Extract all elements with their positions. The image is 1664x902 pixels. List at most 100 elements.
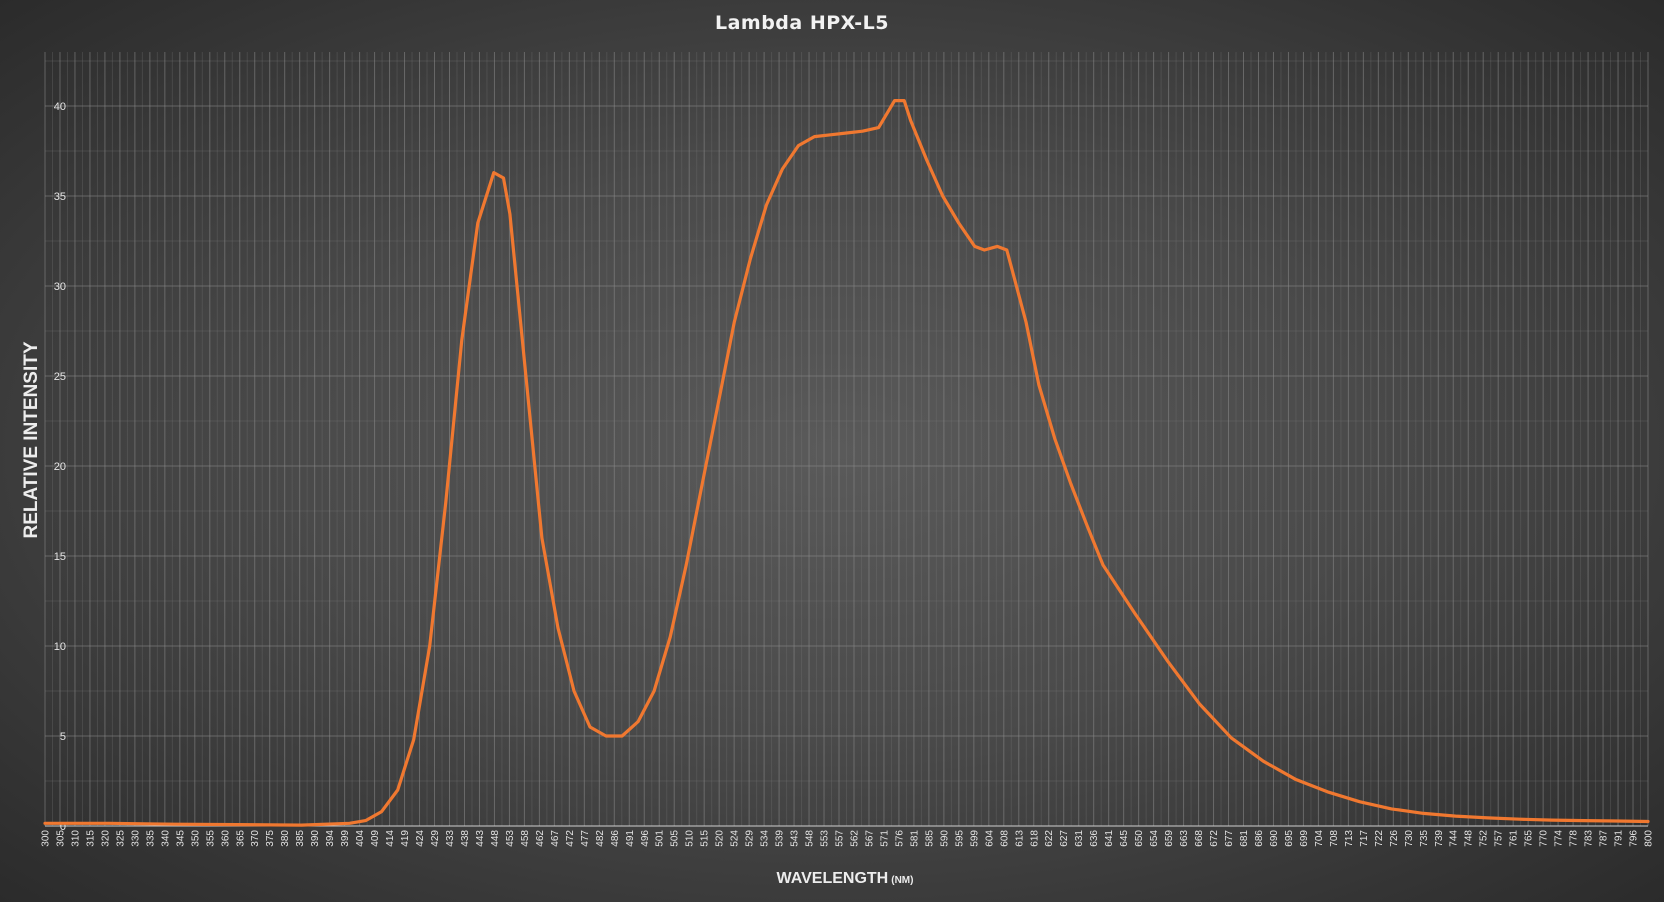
- x-tick-label: 618: [1029, 830, 1040, 847]
- x-tick-label: 453: [505, 830, 516, 847]
- x-tick-label: 320: [100, 830, 111, 847]
- x-tick-label: 548: [805, 830, 816, 847]
- x-tick-label: 613: [1014, 830, 1025, 847]
- x-tick-label: 783: [1584, 830, 1595, 847]
- x-tick-label: 501: [655, 830, 666, 847]
- x-tick-label: 631: [1074, 830, 1085, 847]
- x-tick-label: 438: [460, 830, 471, 847]
- x-tick-label: 636: [1089, 830, 1100, 847]
- x-tick-label: 627: [1059, 830, 1070, 847]
- x-tick-label: 315: [85, 830, 96, 847]
- x-tick-label: 726: [1389, 830, 1400, 847]
- x-tick-label: 365: [235, 830, 246, 847]
- x-tick-label: 645: [1119, 830, 1130, 847]
- x-tick-label: 562: [849, 830, 860, 847]
- x-tick-label: 695: [1284, 830, 1295, 847]
- x-tick-label: 472: [565, 830, 576, 847]
- x-tick-label: 681: [1239, 830, 1250, 847]
- x-tick-label: 713: [1344, 830, 1355, 847]
- x-tick-label: 330: [130, 830, 141, 847]
- x-tick-label: 355: [205, 830, 216, 847]
- x-tick-label: 543: [790, 830, 801, 847]
- x-tick-label: 787: [1599, 830, 1610, 847]
- x-tick-label: 394: [325, 830, 336, 847]
- x-tick-label: 467: [550, 830, 561, 847]
- x-tick-label: 800: [1644, 830, 1655, 847]
- x-axis-label-text: WAVELENGTH: [777, 870, 889, 887]
- x-tick-label: 557: [835, 830, 846, 847]
- x-tick-label: 571: [879, 830, 890, 847]
- x-tick-label: 686: [1254, 830, 1265, 847]
- y-tick-label: 5: [60, 731, 66, 743]
- x-tick-label: 534: [760, 830, 771, 847]
- x-tick-label: 345: [175, 830, 186, 847]
- y-tick-label: 30: [54, 281, 66, 293]
- x-tick-label: 443: [475, 830, 486, 847]
- x-tick-label: 399: [340, 830, 351, 847]
- x-tick-label: 529: [745, 830, 756, 847]
- x-tick-label: 722: [1374, 830, 1385, 847]
- x-tick-label: 360: [220, 830, 231, 847]
- y-tick-label: 40: [54, 101, 66, 113]
- x-tick-label: 765: [1524, 830, 1535, 847]
- x-tick-label: 335: [145, 830, 156, 847]
- x-tick-label: 590: [939, 830, 950, 847]
- x-tick-label: 380: [280, 830, 291, 847]
- x-tick-label: 672: [1209, 830, 1220, 847]
- y-tick-label: 35: [54, 191, 66, 203]
- x-tick-label: 477: [580, 830, 591, 847]
- x-tick-label: 385: [295, 830, 306, 847]
- x-tick-label: 599: [969, 830, 980, 847]
- x-tick-label: 458: [520, 830, 531, 847]
- x-tick-label: 375: [265, 830, 276, 847]
- axis-ticks: 300 305 310 315 320 325 330 335 340 345 350 355 360 3…: [41, 101, 1655, 847]
- x-tick-label: 654: [1149, 830, 1160, 847]
- x-tick-label: 796: [1629, 830, 1640, 847]
- x-tick-label: 739: [1434, 830, 1445, 847]
- x-tick-label: 350: [190, 830, 201, 847]
- x-tick-label: 608: [999, 830, 1010, 847]
- x-tick-label: 448: [490, 830, 501, 847]
- x-tick-label: 752: [1479, 830, 1490, 847]
- x-tick-label: 735: [1419, 830, 1430, 847]
- x-tick-label: 539: [775, 830, 786, 847]
- x-tick-label: 699: [1299, 830, 1310, 847]
- x-axis-label: WAVELENGTH (NM): [777, 870, 914, 887]
- x-tick-label: 744: [1449, 830, 1460, 847]
- x-tick-label: 641: [1104, 830, 1115, 847]
- x-tick-label: 505: [670, 830, 681, 847]
- x-axis-label-unit: (NM): [891, 875, 913, 886]
- x-tick-label: 340: [160, 830, 171, 847]
- x-tick-label: 300: [41, 830, 52, 847]
- x-tick-label: 390: [310, 830, 321, 847]
- y-tick-label: 25: [54, 371, 66, 383]
- x-tick-label: 585: [924, 830, 935, 847]
- x-tick-label: 496: [640, 830, 651, 847]
- x-tick-label: 429: [430, 830, 441, 847]
- x-tick-label: 757: [1494, 830, 1505, 847]
- x-tick-label: 717: [1359, 830, 1370, 847]
- x-tick-label: 310: [70, 830, 81, 847]
- x-tick-label: 462: [535, 830, 546, 847]
- x-tick-label: 604: [984, 830, 995, 847]
- y-tick-label: 15: [54, 551, 66, 563]
- x-tick-label: 409: [370, 830, 381, 847]
- grid: [44, 52, 1649, 827]
- x-tick-label: 404: [355, 830, 366, 847]
- x-tick-label: 704: [1314, 830, 1325, 847]
- x-tick-label: 791: [1614, 830, 1625, 847]
- x-tick-label: 774: [1554, 830, 1565, 847]
- x-tick-label: 510: [685, 830, 696, 847]
- x-tick-label: 553: [820, 830, 831, 847]
- x-tick-label: 622: [1044, 830, 1055, 847]
- x-tick-label: 524: [730, 830, 741, 847]
- y-tick-label: 10: [54, 641, 66, 653]
- x-tick-label: 663: [1179, 830, 1190, 847]
- x-tick-label: 778: [1569, 830, 1580, 847]
- x-tick-label: 677: [1224, 830, 1235, 847]
- x-tick-label: 668: [1194, 830, 1205, 847]
- spectrum-chart: 300 305 310 315 320 325 330 335 340 345 350 355 360 3…: [21, 12, 1655, 887]
- x-tick-label: 325: [115, 830, 126, 847]
- x-tick-label: 370: [250, 830, 261, 847]
- x-tick-label: 650: [1134, 830, 1145, 847]
